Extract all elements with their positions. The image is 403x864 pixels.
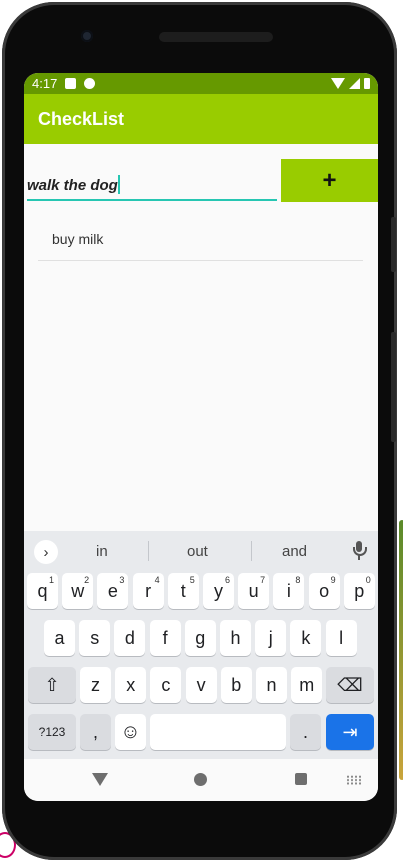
key-c[interactable]: c: [150, 667, 182, 703]
key-hint: 9: [330, 575, 336, 585]
key-label: y: [214, 580, 223, 601]
key-label: i: [286, 580, 291, 601]
emoji-key[interactable]: ☺: [115, 714, 146, 750]
navigation-bar: [24, 759, 378, 801]
battery-icon: [364, 78, 370, 89]
key-g[interactable]: g: [184, 620, 216, 656]
key-hint: 6: [224, 575, 230, 585]
key-j[interactable]: j: [255, 620, 287, 656]
key-r[interactable]: r4: [132, 573, 164, 609]
list-item-label: buy milk: [52, 231, 104, 247]
suggestion-in[interactable]: in: [96, 543, 108, 560]
shift-key[interactable]: ⇧: [28, 667, 76, 703]
earpiece-speaker: [159, 32, 273, 42]
key-label: p: [354, 580, 365, 601]
key-label: t: [180, 580, 186, 601]
back-icon[interactable]: [92, 773, 108, 786]
suggestion-out[interactable]: out: [187, 543, 208, 560]
suggestion-strip: › in out and: [24, 531, 378, 569]
key-e[interactable]: e3: [97, 573, 129, 609]
status-bar: 4:17: [24, 73, 378, 94]
key-u[interactable]: u7: [238, 573, 270, 609]
add-button[interactable]: +: [281, 159, 378, 202]
comma-key[interactable]: ,: [80, 714, 111, 750]
key-k[interactable]: k: [290, 620, 322, 656]
background-decoration: [399, 520, 403, 780]
signal-icon: [349, 78, 360, 89]
space-key[interactable]: [150, 714, 286, 750]
key-hint: 2: [84, 575, 90, 585]
symbols-key[interactable]: ?123: [28, 714, 76, 750]
recents-icon[interactable]: [295, 773, 307, 785]
text-cursor: [118, 175, 120, 194]
key-label: u: [248, 580, 259, 601]
key-f[interactable]: f: [149, 620, 181, 656]
phone-frame: 4:17 CheckList + buy milk › in out: [2, 2, 397, 860]
key-hint: 8: [295, 575, 301, 585]
key-q[interactable]: q1: [27, 573, 58, 609]
key-m[interactable]: m: [291, 667, 323, 703]
key-label: o: [319, 580, 330, 601]
app-notification-icon: [84, 78, 96, 89]
enter-key[interactable]: ⇥: [326, 714, 374, 750]
soft-keyboard: › in out and q1w2e3r4t5y6u7i8o9p0 asdfgh…: [24, 531, 378, 759]
status-indicators: [331, 78, 370, 89]
volume-button: [391, 217, 396, 272]
key-p[interactable]: p0: [343, 573, 375, 609]
key-b[interactable]: b: [220, 667, 252, 703]
key-hint: 0: [365, 575, 371, 585]
list-item[interactable]: buy milk: [38, 218, 363, 261]
key-x[interactable]: x: [115, 667, 147, 703]
key-hint: 1: [48, 575, 54, 585]
key-a[interactable]: a: [44, 620, 75, 656]
key-i[interactable]: i8: [273, 573, 305, 609]
screen: 4:17 CheckList + buy milk › in out: [24, 73, 378, 801]
key-hint: 5: [189, 575, 195, 585]
key-label: q: [37, 580, 48, 601]
suggestion-divider: [251, 541, 252, 561]
status-time: 4:17: [32, 76, 58, 91]
backspace-key[interactable]: ⌫: [326, 667, 374, 703]
key-l[interactable]: l: [325, 620, 357, 656]
suggestion-and[interactable]: and: [282, 543, 307, 560]
key-t[interactable]: t5: [167, 573, 199, 609]
app-title: CheckList: [38, 108, 125, 129]
front-camera: [81, 30, 93, 42]
key-hint: 4: [154, 575, 160, 585]
key-v[interactable]: v: [185, 667, 217, 703]
key-label: r: [145, 580, 152, 601]
task-input[interactable]: [27, 171, 277, 201]
key-o[interactable]: o9: [308, 573, 340, 609]
home-icon[interactable]: [194, 773, 207, 786]
wifi-icon: [331, 78, 345, 89]
key-hint: 7: [260, 575, 266, 585]
key-z[interactable]: z: [80, 667, 111, 703]
key-n[interactable]: n: [256, 667, 287, 703]
key-y[interactable]: y6: [203, 573, 234, 609]
suggestion-divider: [148, 541, 149, 561]
key-d[interactable]: d: [114, 620, 146, 656]
power-button: [391, 332, 396, 442]
expand-icon[interactable]: ›: [34, 540, 58, 564]
microphone-icon[interactable]: [352, 541, 367, 561]
period-key[interactable]: .: [290, 714, 321, 750]
key-s[interactable]: s: [79, 620, 111, 656]
notification-icon: [65, 78, 77, 89]
keyboard-switch-icon[interactable]: [346, 775, 362, 785]
app-bar: CheckList: [24, 94, 378, 144]
key-w[interactable]: w2: [62, 573, 94, 609]
key-label: e: [107, 580, 118, 601]
key-h[interactable]: h: [220, 620, 251, 656]
key-hint: 3: [119, 575, 125, 585]
key-label: w: [71, 580, 85, 601]
